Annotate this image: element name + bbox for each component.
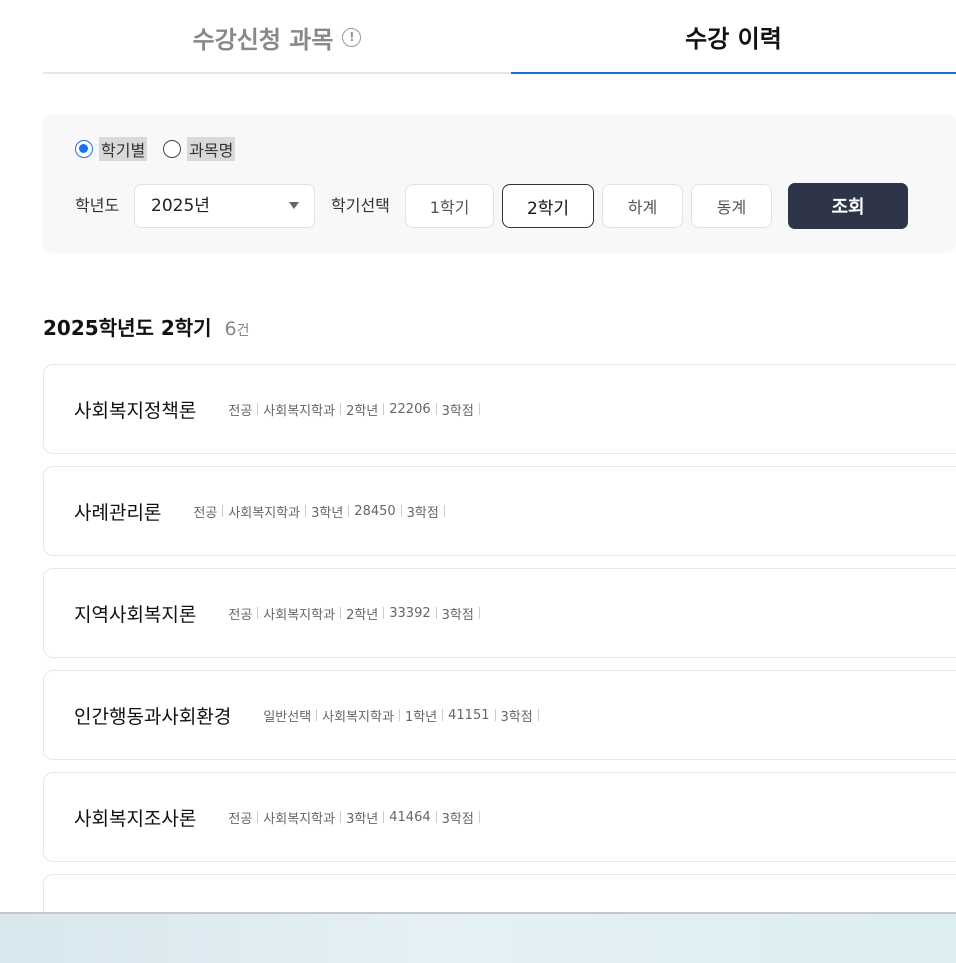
course-meta: 전공 사회복지학과 3학년 41464 3학점 [228,808,484,827]
semester-summer-button[interactable]: 하계 [602,184,683,228]
course-card[interactable]: 지역사회복지론 전공 사회복지학과 2학년 33392 3학점 [43,568,956,658]
course-card[interactable]: 인간행동과사회환경 일반선택 사회복지학과 1학년 41151 3학점 [43,670,956,760]
course-name: 사례관리론 [74,501,162,524]
radio-by-semester[interactable] [75,140,93,158]
info-icon[interactable]: ! [342,27,362,47]
result-heading: 2025학년도 2학기 6건 [43,312,250,341]
tab-bar: 수강신청 과목 ! 수강 이력 [43,0,956,74]
semester-2-button[interactable]: 2학기 [502,184,594,228]
tab-registration[interactable]: 수강신청 과목 ! [43,0,511,74]
course-card[interactable]: 사회복지조사론 전공 사회복지학과 3학년 41464 3학점 [43,772,956,862]
filter-panel: 학기별 과목명 학년도 2025년 학기선택 1학기 2학기 하계 동계 조회 [43,114,956,253]
course-meta: 전공 사회복지학과 2학년 22206 3학점 [228,400,484,419]
year-label: 학년도 [75,196,120,215]
radio-by-semester-label[interactable]: 학기별 [99,137,148,161]
course-name: 사회복지조사론 [74,807,197,830]
course-meta: 전공 사회복지학과 2학년 33392 3학점 [228,604,484,623]
semester-1-button[interactable]: 1학기 [405,184,494,228]
chevron-down-icon [289,202,299,209]
course-name: 사회복지정책론 [74,399,197,422]
semester-winter-button[interactable]: 동계 [691,184,772,228]
semester-label: 학기선택 [331,196,390,215]
course-name: 인간행동과사회환경 [74,705,232,728]
tab-history-label: 수강 이력 [685,24,782,53]
year-select[interactable]: 2025년 [134,184,315,228]
taskbar [0,912,956,963]
view-mode-radio-group: 학기별 과목명 [75,137,251,161]
search-button[interactable]: 조회 [788,183,908,229]
radio-by-course[interactable] [163,140,182,158]
course-meta: 일반선택 사회복지학과 1학년 41151 3학점 [263,706,543,725]
tab-registration-label: 수강신청 과목 [192,25,334,54]
course-card[interactable]: 사회복지정책론 전공 사회복지학과 2학년 22206 3학점 [43,364,956,454]
year-select-value: 2025년 [151,196,210,216]
result-title: 2025학년도 2학기 [43,316,212,340]
radio-by-course-label[interactable]: 과목명 [187,137,236,161]
course-name: 지역사회복지론 [74,603,197,626]
tab-history[interactable]: 수강 이력 [511,0,956,74]
result-count: 6건 [224,318,250,340]
course-card[interactable]: 사례관리론 전공 사회복지학과 3학년 28450 3학점 [43,466,956,556]
course-meta: 전공 사회복지학과 3학년 28450 3학점 [193,502,449,521]
